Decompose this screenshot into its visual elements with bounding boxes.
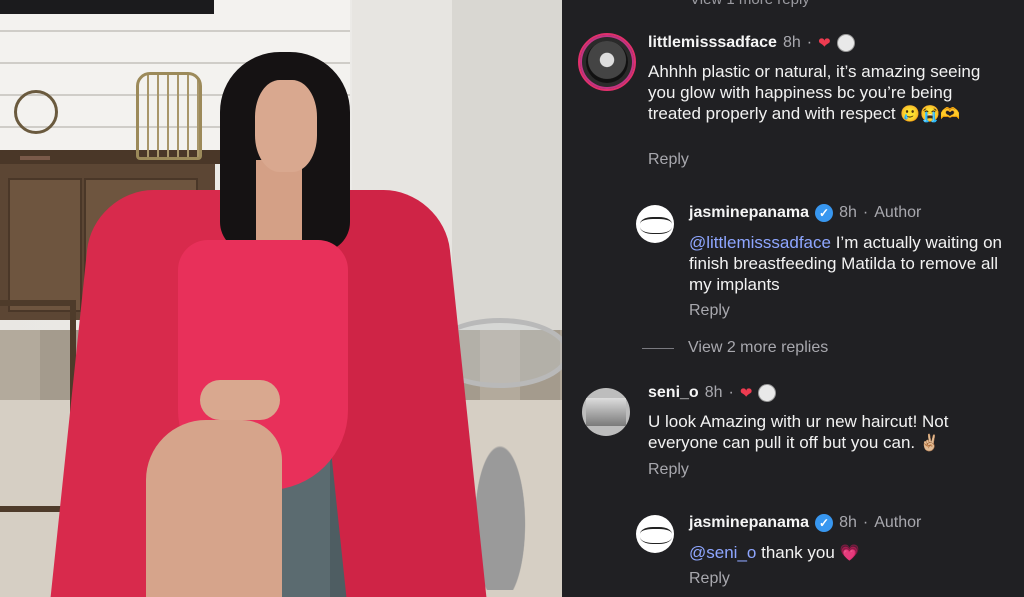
avatar-image [586, 41, 628, 83]
username[interactable]: jasminepanama [689, 514, 809, 532]
post-photo [0, 0, 562, 597]
emoji: ✌🏼 [919, 435, 940, 452]
author-badge: Author [874, 204, 922, 221]
cabinet-door [8, 178, 82, 312]
avatar-image [586, 398, 626, 426]
username[interactable]: seni_o [648, 384, 699, 402]
timestamp: 8h [704, 384, 723, 401]
separator-dot: · [728, 384, 734, 401]
mention-link[interactable]: @littlemisssadface [689, 233, 831, 252]
heart-icon: ❤ [739, 385, 753, 402]
avatar[interactable] [636, 515, 674, 553]
creator-like-avatar-icon [758, 384, 777, 402]
signature-logo-icon [640, 217, 672, 234]
lantern-decor [136, 72, 202, 160]
heart-icon: ❤ [818, 35, 831, 52]
reply-button[interactable]: Reply [648, 461, 689, 479]
comment-text: Ahhhh plastic or natural, it’s amazing s… [648, 62, 981, 123]
comment-text: U look Amazing with ur new haircut! Not … [648, 412, 949, 452]
view-more-replies-link[interactable]: View 1 more reply [690, 0, 810, 8]
screenshot: View 1 more reply littlemisssadface 8h ·… [0, 0, 1024, 597]
thread-line [642, 347, 674, 349]
verified-badge-icon: ✓ [815, 514, 834, 532]
legs [146, 420, 282, 597]
comment-header: jasminepanama ✓ 8h · Author [689, 514, 921, 532]
emoji: 🥲😭🫶 [900, 106, 961, 123]
comment-header: littlemisssadface 8h · ❤ [648, 34, 855, 52]
username[interactable]: littlemisssadface [648, 34, 777, 52]
reply-button[interactable]: Reply [648, 151, 689, 169]
comment-text: @littlemisssadface I’m actually waiting … [689, 233, 1003, 294]
comment-header: jasminepanama ✓ 8h · Author [689, 204, 921, 222]
view-more-replies[interactable]: View 2 more replies [642, 339, 828, 357]
emoji: 💗 [839, 545, 860, 562]
comments-panel: View 1 more reply littlemisssadface 8h ·… [562, 0, 1024, 597]
username[interactable]: jasminepanama [689, 204, 809, 222]
author-badge: Author [874, 514, 922, 531]
avatar[interactable] [636, 205, 674, 243]
hands [200, 380, 280, 420]
mention-link[interactable]: @seni_o [689, 543, 756, 562]
view-more-label[interactable]: View 2 more replies [688, 339, 828, 357]
verified-badge-icon: ✓ [815, 204, 834, 222]
timestamp: 8h [839, 514, 857, 531]
neck [256, 160, 302, 250]
face [255, 80, 317, 172]
tv-edge [0, 0, 214, 14]
timestamp: 8h [839, 204, 857, 221]
separator-dot: · [862, 204, 869, 221]
reply-button[interactable]: Reply [689, 570, 730, 588]
wall-corner [452, 0, 562, 330]
signature-logo-icon [640, 527, 672, 544]
globe-stand [20, 128, 50, 160]
avatar[interactable] [578, 33, 636, 91]
comment-header: seni_o 8h · ❤ [648, 384, 777, 402]
avatar[interactable] [582, 388, 630, 436]
separator-dot: · [806, 34, 813, 51]
comment-text: @seni_o thank you 💗 [689, 543, 860, 562]
creator-like-avatar-icon [836, 34, 855, 52]
timestamp: 8h [782, 34, 801, 51]
reply-button[interactable]: Reply [689, 302, 730, 320]
separator-dot: · [862, 514, 869, 531]
